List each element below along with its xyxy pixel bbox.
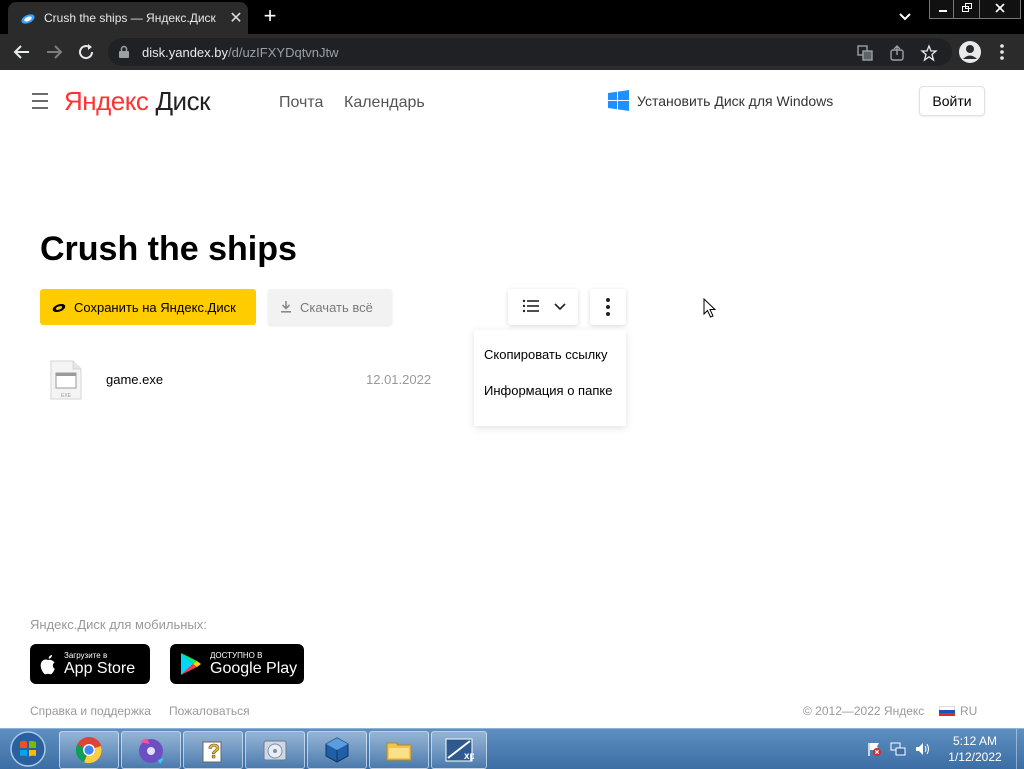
windows-start-button[interactable] bbox=[3, 730, 53, 768]
hamburger-menu-icon[interactable] bbox=[32, 93, 48, 111]
language-label: RU bbox=[960, 704, 978, 718]
back-arrow-icon[interactable] bbox=[10, 40, 34, 64]
translate-icon[interactable] bbox=[856, 44, 874, 62]
mouse-cursor-icon bbox=[703, 298, 717, 318]
taskbar-virtualbox[interactable] bbox=[307, 731, 367, 769]
google-play-button[interactable]: ДОСТУПНО В Google Play bbox=[170, 644, 304, 684]
svg-text:?: ? bbox=[208, 741, 220, 763]
address-bar[interactable]: disk.yandex.by/d/uzIFXYDqtvnJtw bbox=[108, 38, 952, 66]
lock-icon[interactable] bbox=[118, 45, 130, 59]
restore-window-button[interactable] bbox=[953, 0, 981, 19]
save-label: Сохранить на Яндекс.Диск bbox=[74, 299, 236, 315]
file-row[interactable]: EXE game.exe 12.01.2022 bbox=[40, 356, 440, 404]
exe-file-icon: EXE bbox=[50, 360, 82, 400]
menu-item-copy-link[interactable]: Скопировать ссылку bbox=[484, 347, 608, 362]
browser-tab[interactable]: Crush the ships — Яндекс.Диск ✕ bbox=[8, 2, 248, 34]
taskbar-disc-burner[interactable] bbox=[245, 731, 305, 769]
clock-time: 5:12 AM bbox=[952, 734, 998, 748]
cd-burner-icon bbox=[263, 740, 287, 761]
new-tab-button[interactable]: + bbox=[258, 4, 282, 28]
help-support-link[interactable]: Справка и поддержка bbox=[30, 704, 151, 718]
browser-menu-icon[interactable] bbox=[990, 40, 1014, 64]
close-window-button[interactable] bbox=[979, 0, 1021, 19]
download-all-button[interactable]: Скачать всё bbox=[268, 289, 392, 325]
virtualbox-cube-icon bbox=[325, 737, 349, 763]
save-to-disk-button[interactable]: Сохранить на Яндекс.Диск bbox=[40, 289, 256, 325]
app-store-button[interactable]: Загрузите в App Store bbox=[30, 644, 150, 684]
yandex-disk-favicon-icon bbox=[21, 14, 35, 24]
yandex-disk-logo[interactable]: Яндекс Диск bbox=[64, 86, 210, 117]
volume-speaker-icon[interactable] bbox=[914, 741, 930, 757]
media-disc-icon bbox=[139, 738, 164, 764]
tab-close-icon[interactable]: ✕ bbox=[224, 8, 248, 28]
google-play-logo-icon bbox=[181, 653, 201, 675]
help-question-icon: ? bbox=[202, 741, 222, 763]
install-disk-windows-link[interactable]: Установить Диск для Windows bbox=[608, 90, 833, 111]
app-store-big-text: App Store bbox=[64, 660, 136, 677]
taskbar-explorer[interactable] bbox=[369, 731, 429, 769]
taskbar-clock[interactable]: 5:12 AM 1/12/2022 bbox=[936, 733, 1014, 765]
file-name: game.exe bbox=[106, 372, 164, 387]
download-label: Скачать всё bbox=[300, 299, 373, 315]
russian-flag-icon bbox=[939, 706, 955, 716]
mobile-apps-label: Яндекс.Диск для мобильных: bbox=[30, 617, 207, 632]
windows-taskbar: ? xp 5:12 AM 1/12/2022 bbox=[0, 728, 1024, 769]
svg-text:xp: xp bbox=[464, 751, 474, 762]
show-desktop-button[interactable] bbox=[1016, 729, 1024, 769]
xp-mode-icon: xp bbox=[445, 738, 474, 762]
share-icon[interactable] bbox=[888, 44, 906, 62]
download-icon bbox=[281, 301, 291, 313]
app-store-small-text: Загрузите в bbox=[64, 651, 108, 660]
taskbar-help-app[interactable]: ? bbox=[183, 731, 243, 769]
clock-date: 1/12/2022 bbox=[948, 750, 1002, 764]
file-ext-label: EXE bbox=[61, 393, 72, 399]
chrome-icon bbox=[75, 737, 102, 764]
google-play-big-text: Google Play bbox=[210, 660, 298, 677]
profile-avatar-icon[interactable] bbox=[958, 40, 982, 64]
login-button[interactable]: Войти bbox=[919, 86, 985, 116]
windows-logo-icon bbox=[608, 90, 629, 111]
list-view-icon bbox=[522, 299, 566, 313]
nav-link-calendar[interactable]: Календарь bbox=[344, 94, 425, 112]
view-mode-button[interactable] bbox=[508, 289, 578, 325]
network-icon[interactable] bbox=[890, 741, 906, 757]
taskbar-xp-mode[interactable]: xp bbox=[431, 731, 487, 769]
apple-logo-icon bbox=[40, 655, 55, 675]
bookmark-star-icon[interactable] bbox=[920, 44, 938, 62]
browser-toolbar: disk.yandex.by/d/uzIFXYDqtvnJtw bbox=[0, 34, 1024, 70]
folder-icon bbox=[386, 742, 412, 761]
action-center-flag-icon[interactable] bbox=[866, 741, 882, 757]
file-date: 12.01.2022 bbox=[366, 372, 432, 387]
browser-tab-strip: Crush the ships — Яндекс.Диск ✕ + bbox=[0, 0, 1024, 34]
copyright-text: © 2012—2022 Яндекс bbox=[803, 704, 925, 718]
nav-link-mail[interactable]: Почта bbox=[279, 94, 323, 112]
folder-title: Crush the ships bbox=[40, 230, 297, 268]
taskbar-chrome[interactable] bbox=[59, 731, 119, 769]
tab-search-chevron-icon[interactable] bbox=[896, 6, 914, 26]
forward-arrow-icon[interactable] bbox=[42, 40, 66, 64]
language-switcher[interactable]: RU bbox=[939, 704, 977, 718]
menu-item-folder-info[interactable]: Информация о папке bbox=[484, 383, 612, 398]
kebab-menu-icon bbox=[606, 298, 610, 316]
install-label: Установить Диск для Windows bbox=[637, 92, 834, 109]
reload-icon[interactable] bbox=[74, 40, 98, 64]
url-text[interactable]: disk.yandex.by/d/uzIFXYDqtvnJtw bbox=[142, 45, 339, 60]
taskbar-media-app[interactable] bbox=[121, 731, 181, 769]
tab-title: Crush the ships — Яндекс.Диск bbox=[44, 11, 216, 25]
folder-context-menu: Скопировать ссылку Информация о папке bbox=[474, 330, 626, 426]
complain-link[interactable]: Пожаловаться bbox=[169, 704, 250, 718]
google-play-small-text: ДОСТУПНО В bbox=[210, 651, 263, 660]
more-options-button[interactable] bbox=[590, 289, 626, 325]
disk-save-icon bbox=[52, 303, 66, 313]
